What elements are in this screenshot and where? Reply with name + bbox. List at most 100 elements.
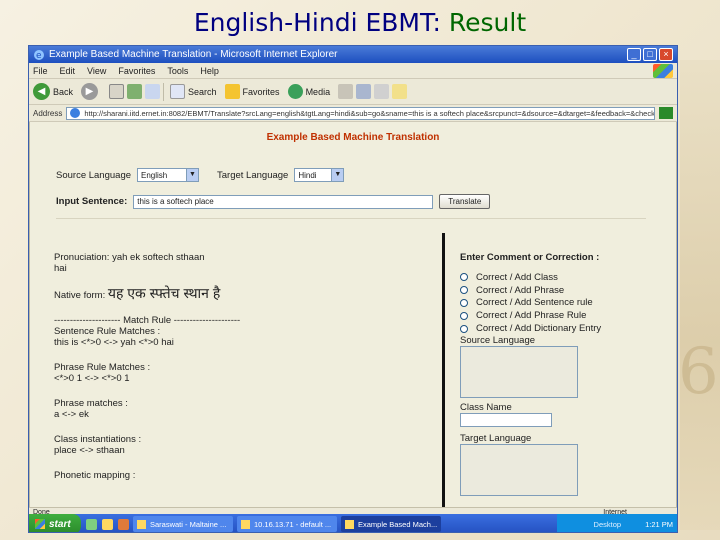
task-label: Example Based Mach...	[358, 519, 438, 529]
task-label: 10.16.13.71 - default ...	[254, 519, 332, 529]
favorites-label: Favorites	[242, 86, 280, 97]
windows-logo-icon	[653, 63, 673, 78]
back-button[interactable]: ◀ Back	[33, 83, 73, 100]
sentence-rule-block: Sentence Rule Matches : this is <*>0 <->…	[54, 326, 414, 348]
radio-option-class[interactable]: Correct / Add Class	[460, 271, 650, 284]
quick-launch-icon[interactable]	[118, 518, 129, 530]
favorites-star-icon	[224, 84, 240, 99]
media-label: Media	[305, 86, 331, 97]
forward-arrow-icon: ▶	[81, 83, 99, 100]
phrase-matches-title: Phrase matches :	[54, 398, 128, 409]
quick-launch-icon[interactable]	[102, 518, 113, 530]
desktop-toolbar[interactable]: Desktop	[594, 520, 622, 529]
browser-window: e Example Based Machine Translation - Mi…	[28, 45, 678, 533]
pronunciation-block: Pronuciation: yah ek softech sthaan hai	[54, 252, 414, 274]
windows-flag-icon	[35, 519, 45, 529]
phrase-rule-block: Phrase Rule Matches : <*>0 1 <-> <*>0 1	[54, 362, 414, 384]
refresh-icon[interactable]	[127, 84, 143, 99]
chevron-down-icon: ▼	[331, 169, 344, 181]
menu-favorites[interactable]: Favorites	[118, 66, 155, 76]
target-language-value: Hindi	[298, 170, 317, 180]
phrase-matches-value: a <-> ek	[54, 409, 89, 420]
forward-button[interactable]: ▶	[81, 83, 101, 100]
native-form-text: यह एक स्फ्तेच स्थान है	[107, 285, 221, 301]
class-name-label: Class Name	[460, 401, 512, 413]
class-instantiation-block: Class instantiations : place <-> sthaan	[54, 434, 414, 456]
radio-option-sentence-rule[interactable]: Correct / Add Sentence rule	[460, 297, 650, 310]
page-heading: Example Based Machine Translation	[266, 132, 440, 143]
page-icon	[70, 108, 81, 118]
language-row: Source Language English ▼ Target Languag…	[56, 168, 362, 182]
source-language-textarea[interactable]	[460, 345, 578, 398]
chevron-down-icon: ▼	[186, 169, 199, 181]
target-language-textarea[interactable]	[460, 443, 578, 496]
sentence-rule-title: Sentence Rule Matches :	[54, 326, 161, 337]
slide-title-result: Result	[440, 8, 527, 37]
target-language-select[interactable]: Hindi ▼	[294, 168, 345, 182]
pronunciation-line: Pronuciation: yah ek softech sthaan	[54, 252, 205, 263]
results-panel: Pronuciation: yah ek softech sthaan hai …	[54, 252, 414, 495]
taskbar-item-active[interactable]: Example Based Mach...	[341, 516, 441, 532]
phonetic-mapping-title: Phonetic mapping :	[54, 470, 136, 481]
address-input[interactable]: http://sharani.iitd.ernet.in:8082/EBMT/T…	[66, 106, 655, 120]
task-icon	[345, 519, 354, 529]
taskbar-item[interactable]: Saraswati - Maltaine ...	[133, 516, 233, 532]
close-button[interactable]: ×	[659, 48, 673, 61]
print-icon[interactable]	[374, 84, 390, 99]
radio-option-dictionary-entry[interactable]: Correct / Add Dictionary Entry	[460, 322, 650, 335]
divider	[56, 218, 646, 219]
quick-launch-icon[interactable]	[86, 518, 97, 530]
media-icon	[287, 84, 303, 99]
media-button[interactable]: Media	[287, 84, 331, 99]
input-sentence-label: Input Sentence:	[56, 196, 128, 207]
radio-option-phrase[interactable]: Correct / Add Phrase	[460, 284, 650, 297]
clock: 1:21 PM	[645, 519, 673, 529]
radio-button[interactable]	[460, 298, 468, 307]
maximize-button[interactable]: □	[643, 48, 657, 61]
task-icon	[137, 519, 146, 529]
input-row: Input Sentence: this is a softech place …	[56, 194, 491, 209]
phrase-matches-block: Phrase matches : a <-> ek	[54, 398, 414, 420]
menu-file[interactable]: File	[33, 66, 48, 76]
taskbar-item[interactable]: 10.16.13.71 - default ...	[237, 516, 337, 532]
radio-label: Correct / Add Dictionary Entry	[476, 323, 602, 335]
address-bar: Address http://sharani.iitd.ernet.in:808…	[29, 105, 677, 122]
class-instantiation-value: place <-> sthaan	[54, 445, 125, 456]
edit-icon[interactable]	[392, 84, 408, 99]
feedback-heading: Enter Comment or Correction :	[460, 252, 600, 263]
radio-label: Correct / Add Sentence rule	[476, 297, 593, 309]
address-url: http://sharani.iitd.ernet.in:8082/EBMT/T…	[84, 108, 655, 118]
input-sentence-field[interactable]: this is a softech place	[133, 194, 434, 209]
slide-title-main: English-Hindi EBMT:	[193, 8, 441, 37]
decorative-digit: 6	[678, 335, 719, 409]
native-form-block: Native form: यह एक स्फ्तेच स्थान है	[54, 285, 414, 301]
source-language-value: English	[141, 170, 168, 180]
menu-tools[interactable]: Tools	[167, 66, 188, 76]
home-icon[interactable]	[145, 84, 161, 99]
target-language-label: Target Language	[217, 169, 289, 181]
radio-option-phrase-rule[interactable]: Correct / Add Phrase Rule	[460, 309, 650, 322]
window-title: Example Based Machine Translation - Micr…	[49, 49, 338, 60]
minimize-button[interactable]: _	[627, 48, 641, 61]
search-button[interactable]: Search	[170, 84, 217, 99]
history-icon[interactable]	[338, 84, 354, 99]
class-name-input[interactable]	[460, 412, 552, 427]
source-language-select[interactable]: English ▼	[137, 168, 200, 182]
taskbar: start Saraswati - Maltaine ... 10.16.13.…	[29, 514, 677, 532]
radio-button[interactable]	[460, 311, 468, 320]
system-tray: Desktop 1:21 PM	[557, 514, 677, 532]
go-arrow-icon[interactable]	[659, 107, 673, 119]
search-icon	[170, 84, 186, 99]
menu-help[interactable]: Help	[200, 66, 219, 76]
radio-button[interactable]	[460, 273, 468, 282]
class-instantiation-title: Class instantiations :	[54, 434, 142, 445]
radio-button[interactable]	[460, 324, 468, 333]
mail-icon[interactable]	[356, 84, 372, 99]
radio-button[interactable]	[460, 286, 468, 295]
translate-button[interactable]: Translate	[439, 194, 491, 209]
menu-view[interactable]: View	[87, 66, 106, 76]
stop-icon[interactable]	[109, 84, 125, 99]
start-button[interactable]: start	[29, 514, 81, 532]
menu-edit[interactable]: Edit	[60, 66, 76, 76]
favorites-button[interactable]: Favorites	[224, 84, 280, 99]
